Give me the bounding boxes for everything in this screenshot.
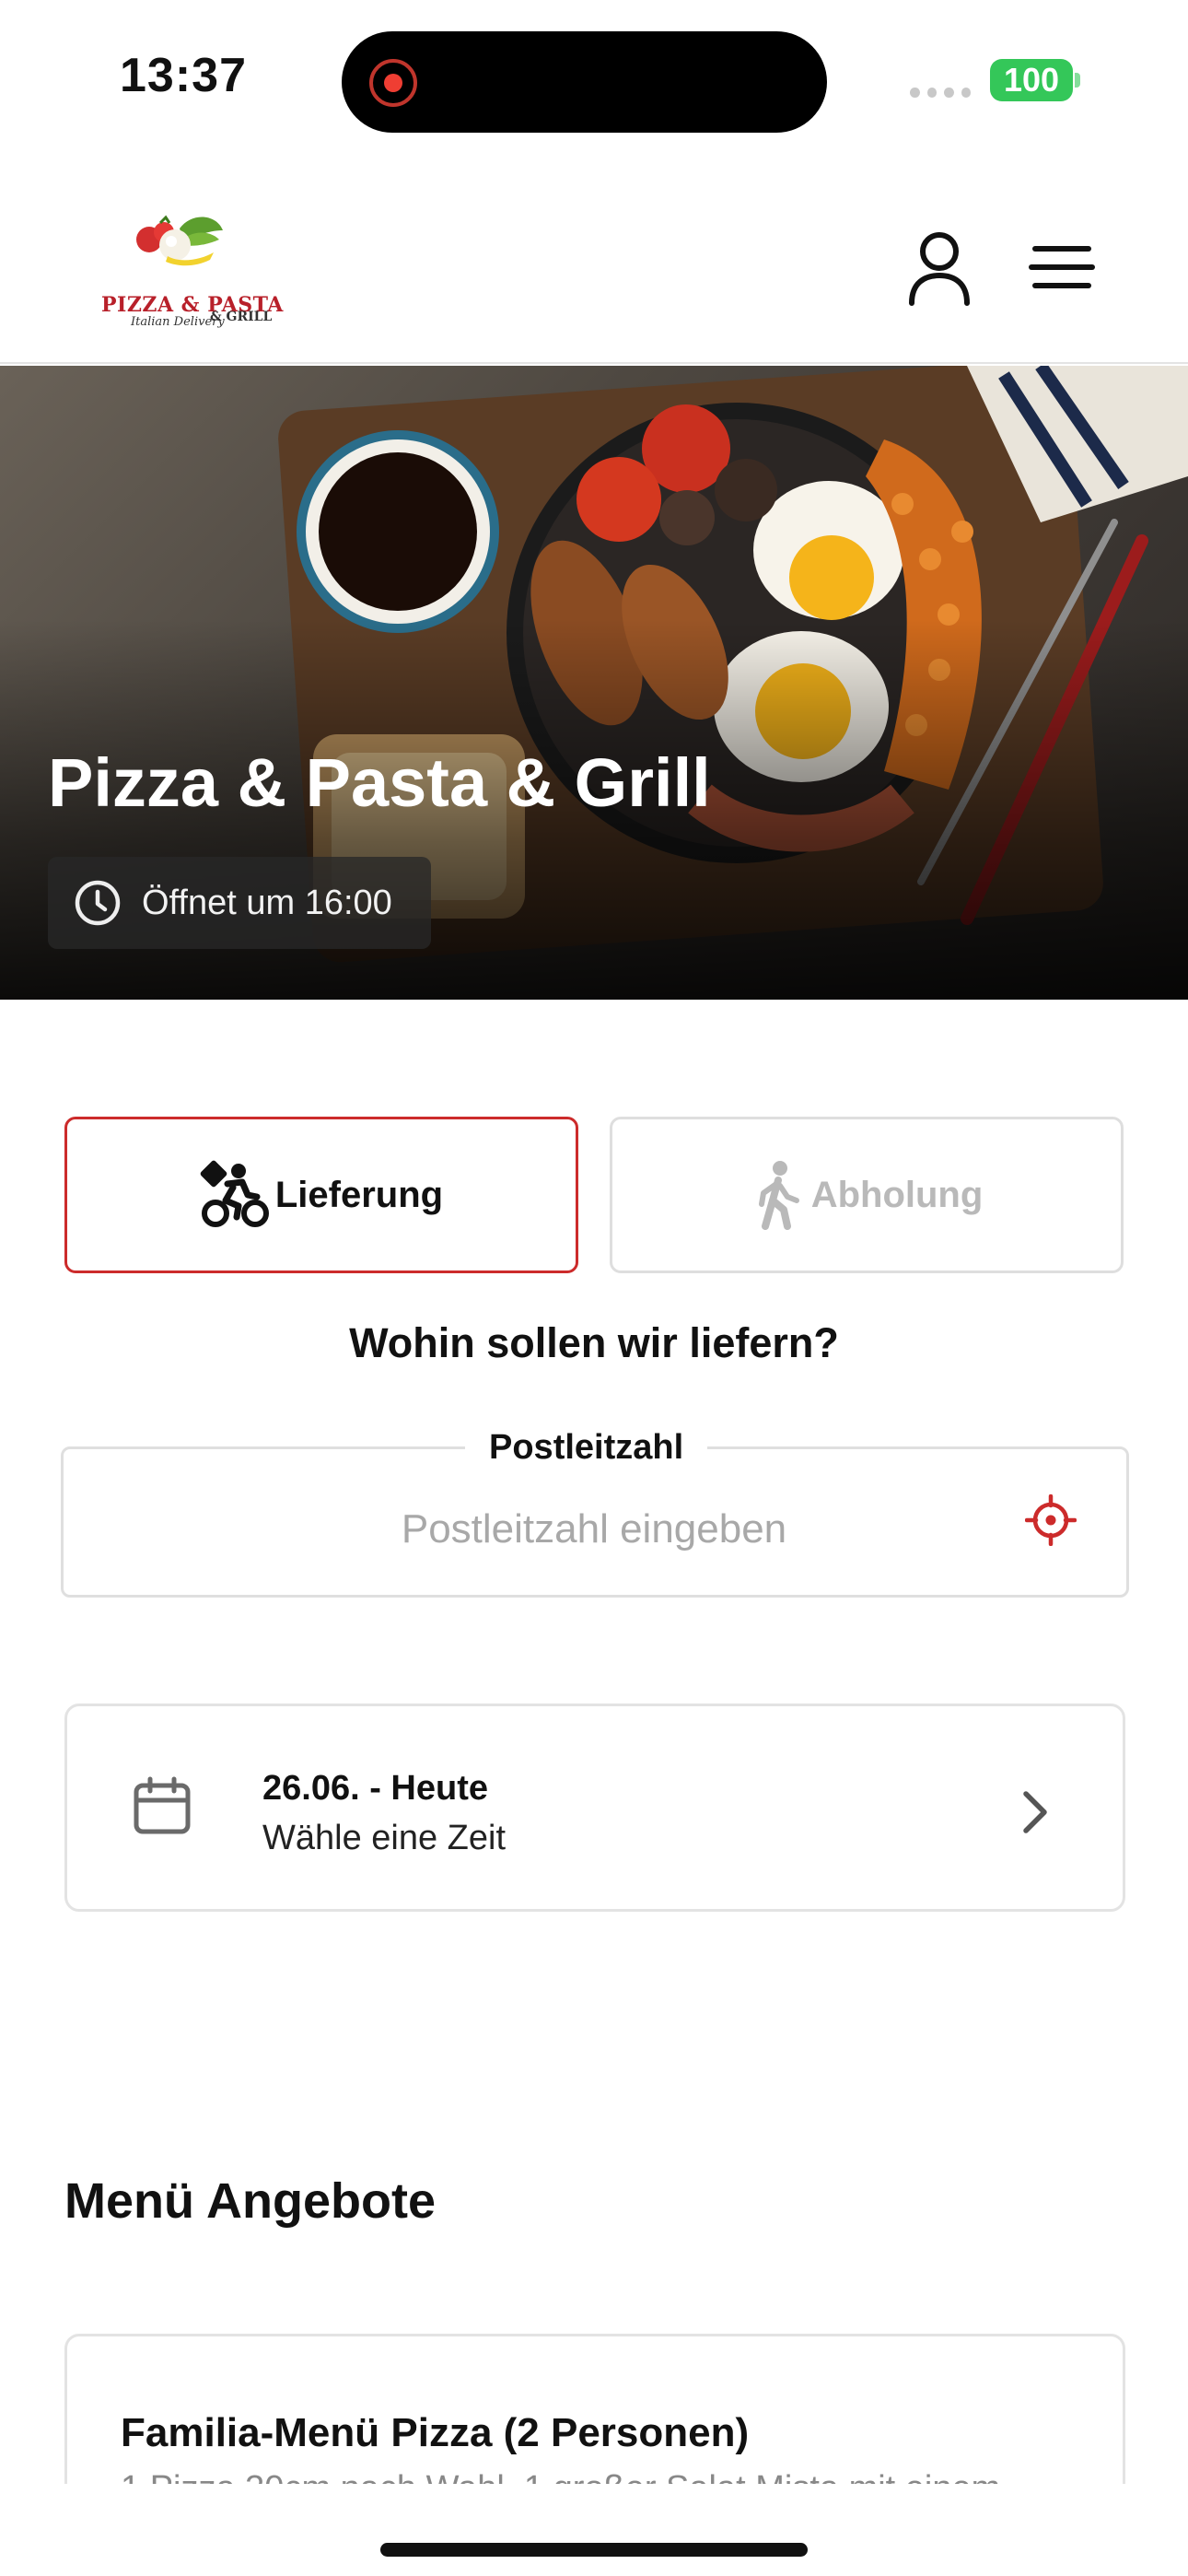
status-time: 13:37 xyxy=(120,49,247,102)
delivery-question: Wohin sollen wir liefern? xyxy=(349,1319,839,1366)
clock-icon xyxy=(75,880,121,926)
dynamic-island xyxy=(342,31,827,133)
walking-person-icon xyxy=(758,1161,799,1230)
opening-hours-badge: Öffnet um 16:00 xyxy=(48,857,431,949)
account-button[interactable] xyxy=(903,226,976,309)
logo-graphic-icon xyxy=(136,215,223,266)
hero-banner: Pizza & Pasta & Grill Öffnet um 16:00 xyxy=(0,366,1188,1000)
choose-time-label: Wähle eine Zeit xyxy=(262,1819,507,1857)
battery-indicator: 100 xyxy=(990,59,1073,101)
hamburger-menu-icon xyxy=(1029,246,1095,288)
battery-tip xyxy=(1075,73,1080,88)
user-icon xyxy=(909,232,970,306)
postal-code-input[interactable] xyxy=(74,1493,1114,1566)
delivery-bike-icon xyxy=(200,1160,269,1227)
app-header: PIZZA & PASTA Italian Delivery & GRILL xyxy=(0,175,1188,364)
recording-indicator-icon xyxy=(369,59,417,107)
delivery-mode-label: Lieferung xyxy=(274,1174,444,1215)
selected-date: 26.06. - Heute xyxy=(262,1769,488,1808)
app-screen: 13:37 100 PIZZA & PASTA Italian Delivery… xyxy=(0,0,1188,2576)
menu-button[interactable] xyxy=(1028,240,1098,295)
calendar-icon xyxy=(134,1776,191,1834)
restaurant-logo[interactable]: PIZZA & PASTA Italian Delivery & GRILL xyxy=(92,203,283,329)
offer-title: Familia-Menü Pizza (2 Personen) xyxy=(121,2410,750,2455)
section-title-menu-offers: Menü Angebote xyxy=(64,2173,436,2229)
pickup-mode-button[interactable]: Abholung xyxy=(610,1117,1124,1273)
crosshair-location-icon xyxy=(1024,1493,1077,1547)
logo-text-grill: & GRILL xyxy=(210,310,273,324)
opening-hours-text: Öffnet um 16:00 xyxy=(142,883,392,922)
home-indicator[interactable] xyxy=(380,2543,808,2557)
restaurant-name: Pizza & Pasta & Grill xyxy=(48,744,711,821)
cellular-signal-icon xyxy=(910,88,971,98)
delivery-mode-button[interactable]: Lieferung xyxy=(64,1117,578,1273)
pickup-mode-label: Abholung xyxy=(810,1174,984,1215)
delivery-time-selector[interactable]: 26.06. - Heute Wähle eine Zeit xyxy=(64,1704,1125,1912)
postal-code-label: Postleitzahl xyxy=(465,1428,708,1468)
locate-me-button[interactable] xyxy=(1024,1493,1077,1547)
chevron-right-icon xyxy=(1023,1791,1047,1833)
bottom-safe-area xyxy=(0,2484,1188,2576)
